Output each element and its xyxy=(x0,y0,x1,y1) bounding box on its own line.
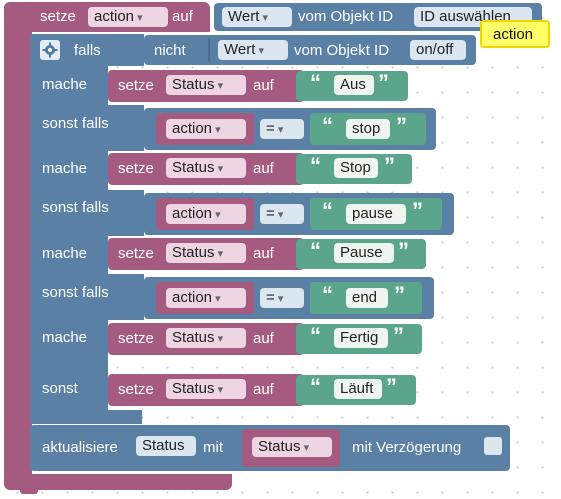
setze-label: setze xyxy=(118,330,154,347)
variable-dropdown-status[interactable]: Status xyxy=(166,328,246,348)
variable-dropdown-status[interactable]: Status xyxy=(166,158,246,178)
text-field-aus[interactable]: Aus xyxy=(334,75,374,95)
setze-label: setze xyxy=(40,8,76,25)
setze-label: setze xyxy=(118,160,154,177)
variable-dropdown-status[interactable]: Status xyxy=(166,75,246,95)
auf-label: auf xyxy=(253,77,274,94)
auf-label: auf xyxy=(253,330,274,347)
variable-dropdown-action[interactable]: action xyxy=(88,7,168,27)
sonst-falls-label-2: sonst falls xyxy=(42,199,109,216)
variable-dropdown-action[interactable]: action xyxy=(166,288,246,308)
sonst-falls-label-3: sonst falls xyxy=(42,284,109,301)
nicht-label: nicht xyxy=(154,42,186,59)
gear-icon-glyph xyxy=(42,42,58,58)
vom-objekt-id-label-2: vom Objekt ID xyxy=(294,42,390,59)
text-field-stop-cond[interactable]: stop xyxy=(346,119,390,139)
quote-open-icon: “ xyxy=(322,113,333,138)
vom-objekt-id-label: vom Objekt ID xyxy=(298,8,394,25)
variable-dropdown-status[interactable]: Status xyxy=(166,379,246,399)
quote-open-icon: “ xyxy=(310,70,321,95)
text-field-pause[interactable]: Pause xyxy=(334,243,394,263)
quote-open-icon: “ xyxy=(310,153,321,178)
tooltip-text: action xyxy=(493,26,534,43)
sonst-label: sonst xyxy=(42,380,78,397)
set-action-bottom-tab xyxy=(20,488,38,494)
wert-dropdown-2[interactable]: Wert xyxy=(218,40,288,60)
auf-label: auf xyxy=(253,160,274,177)
quote-close-icon: ” xyxy=(384,153,395,178)
text-field-end-cond[interactable]: end xyxy=(346,288,388,308)
mit-verzoegerung-label: mit Verzögerung xyxy=(352,439,462,456)
wert-dropdown[interactable]: Wert xyxy=(222,7,292,27)
quote-open-icon: “ xyxy=(310,238,321,263)
aktualisiere-label: aktualisiere xyxy=(42,439,118,456)
quote-close-icon: ” xyxy=(394,282,405,307)
quote-close-icon: ” xyxy=(396,113,407,138)
falls-label: falls xyxy=(74,42,101,59)
mit-label: mit xyxy=(203,439,223,456)
operator-dropdown[interactable]: = xyxy=(260,288,304,308)
if-block-bottom xyxy=(30,410,142,424)
setze-label: setze xyxy=(118,77,154,94)
mache-label-4: mache xyxy=(42,329,88,346)
quote-close-icon: ” xyxy=(378,70,389,95)
mache-label-3: mache xyxy=(42,245,88,262)
auf-label: auf xyxy=(172,8,193,25)
text-field-pause-cond[interactable]: pause xyxy=(346,204,406,224)
quote-open-icon: “ xyxy=(322,198,333,223)
object-id-selector-onoff[interactable]: on/off xyxy=(410,40,466,60)
state-id-field-status[interactable]: Status xyxy=(136,436,196,456)
quote-close-icon: ” xyxy=(393,323,404,348)
quote-close-icon: ” xyxy=(398,238,409,263)
quote-close-icon: ” xyxy=(386,374,397,399)
quote-close-icon: ” xyxy=(412,198,423,223)
auf-label: auf xyxy=(253,381,274,398)
setze-label: setze xyxy=(118,381,154,398)
text-field-stop[interactable]: Stop xyxy=(334,158,378,178)
variable-dropdown-action[interactable]: action xyxy=(166,119,246,139)
mache-label-2: mache xyxy=(42,160,88,177)
delay-checkbox[interactable] xyxy=(484,437,502,455)
quote-open-icon: “ xyxy=(322,282,333,307)
variable-dropdown-action[interactable]: action xyxy=(166,204,246,224)
text-field-laeuft[interactable]: Läuft xyxy=(334,379,382,399)
quote-open-icon: “ xyxy=(310,374,321,399)
variable-dropdown-status[interactable]: Status xyxy=(252,437,332,457)
text-field-fertig[interactable]: Fertig xyxy=(334,328,388,348)
setze-label: setze xyxy=(118,245,154,262)
operator-dropdown[interactable]: = xyxy=(260,119,304,139)
set-action-block[interactable] xyxy=(4,2,32,484)
operator-dropdown[interactable]: = xyxy=(260,204,304,224)
sonst-falls-label-1: sonst falls xyxy=(42,115,109,132)
auf-label: auf xyxy=(253,245,274,262)
set-action-footer xyxy=(4,474,232,490)
mache-label-1: mache xyxy=(42,76,88,93)
gear-icon[interactable] xyxy=(40,40,60,60)
quote-open-icon: “ xyxy=(310,323,321,348)
variable-dropdown-status[interactable]: Status xyxy=(166,243,246,263)
